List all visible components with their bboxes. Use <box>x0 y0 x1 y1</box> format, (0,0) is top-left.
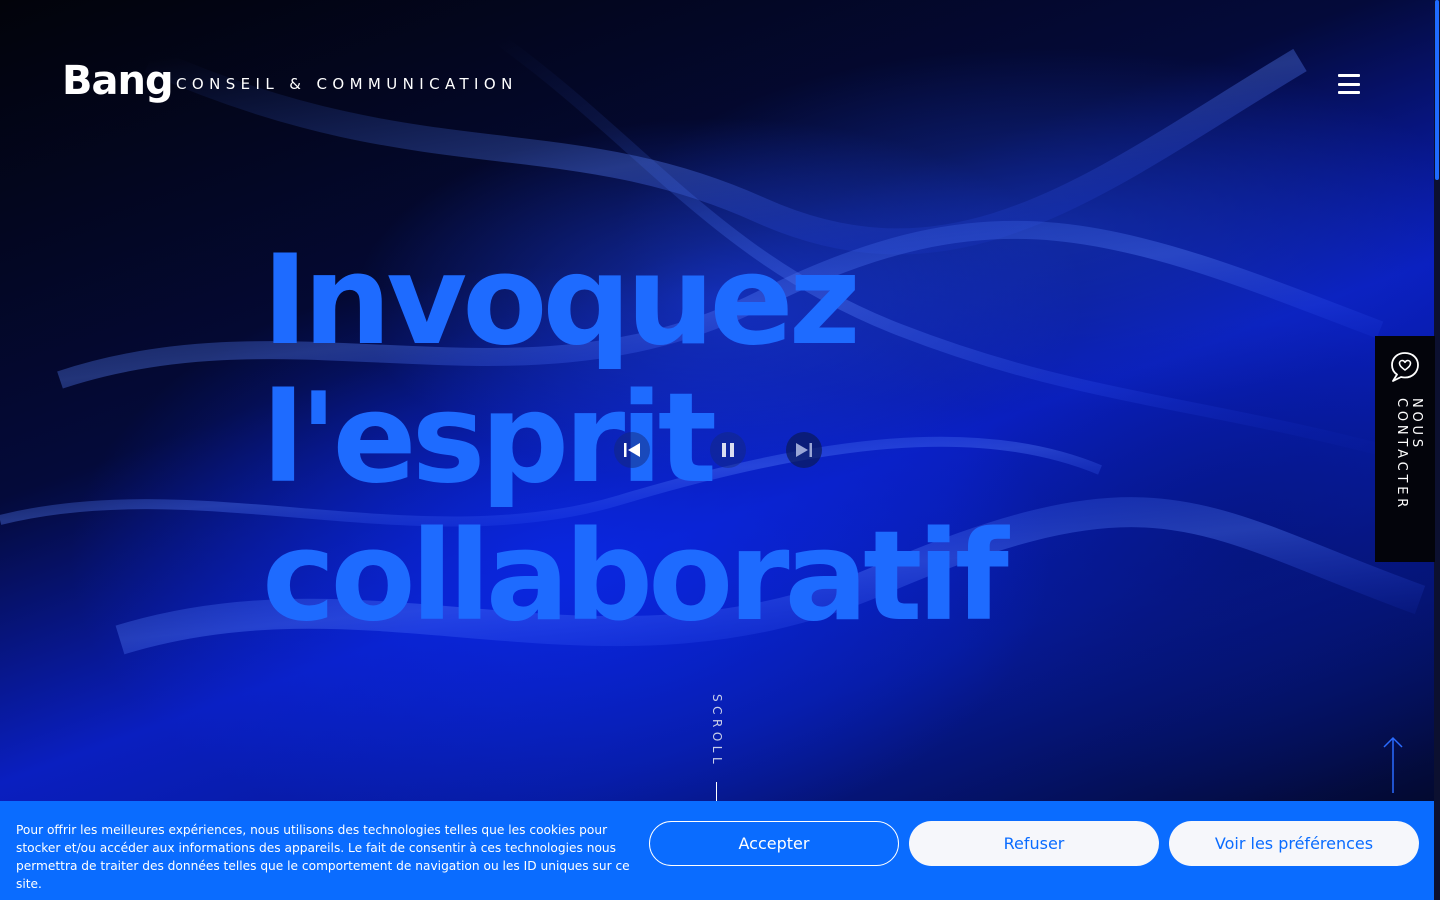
cookie-banner-text: Pour offrir les meilleures expériences, … <box>16 823 630 891</box>
contact-tab[interactable]: NOUS CONTACTER <box>1375 336 1435 562</box>
headline-line-3: collaboratif <box>262 505 1009 649</box>
view-preferences-button[interactable]: Voir les préférences <box>1169 821 1419 866</box>
scrollbar-thumb[interactable] <box>1435 0 1439 180</box>
scroll-indicator-label: SCROLL <box>710 694 724 769</box>
skip-previous-icon <box>624 443 640 457</box>
arrow-up-icon[interactable] <box>1382 736 1404 794</box>
brand-tagline: CONSEIL & COMMUNICATION <box>176 75 518 93</box>
cookie-banner: Pour offrir les meilleures expériences, … <box>0 801 1434 900</box>
skip-next-button[interactable] <box>786 432 822 468</box>
skip-previous-button[interactable] <box>614 432 650 468</box>
pause-icon <box>722 443 734 457</box>
skip-next-icon <box>796 443 812 457</box>
scroll-indicator-line <box>716 782 717 802</box>
hamburger-menu-icon[interactable] <box>1338 74 1360 94</box>
accept-cookies-button[interactable]: Accepter <box>649 821 899 866</box>
brand-logo[interactable]: Bang <box>62 58 174 104</box>
pause-button[interactable] <box>710 432 746 468</box>
contact-tab-label: NOUS CONTACTER <box>1394 398 1424 512</box>
heart-chat-icon <box>1391 352 1419 382</box>
refuse-cookies-button[interactable]: Refuser <box>909 821 1159 866</box>
headline-line-1: Invoquez <box>262 229 861 373</box>
